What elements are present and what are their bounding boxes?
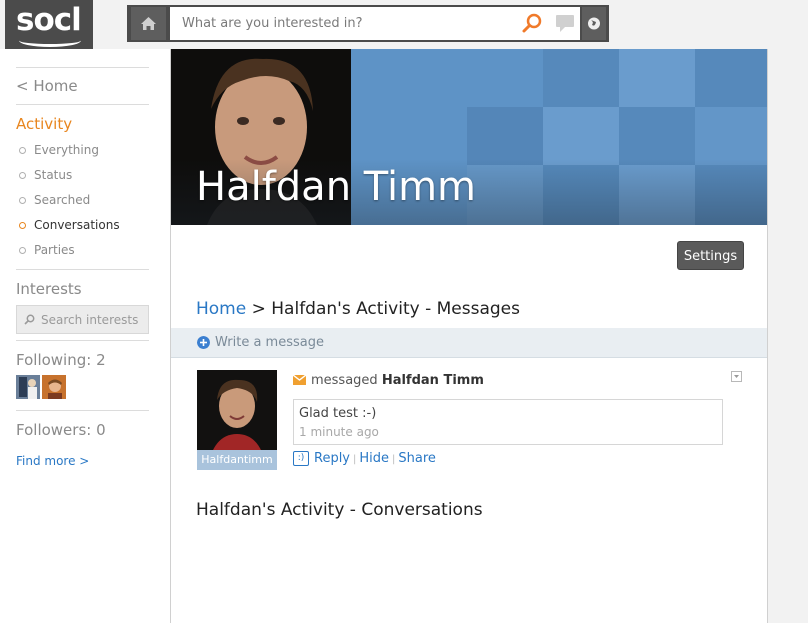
following-avatar[interactable] xyxy=(16,375,40,399)
following-count[interactable]: Following: 2 xyxy=(16,351,106,369)
sidebar-item-searched[interactable]: Searched xyxy=(34,193,90,207)
message-actions: :) Reply | Hide | Share xyxy=(293,451,436,466)
bullet-icon xyxy=(19,172,26,179)
reply-icon[interactable]: :) xyxy=(293,451,309,466)
write-message-label: Write a message xyxy=(215,335,324,350)
search-icon[interactable] xyxy=(521,12,543,34)
find-more-link[interactable]: Find more > xyxy=(16,454,89,468)
message-header: messaged Halfdan Timm xyxy=(311,373,484,388)
divider xyxy=(16,340,149,341)
message-verb: messaged xyxy=(311,373,378,388)
message-timestamp: 1 minute ago xyxy=(299,425,379,439)
action-separator: | xyxy=(353,454,357,465)
home-link[interactable]: < Home xyxy=(16,77,78,95)
logo-swoosh xyxy=(19,34,81,47)
chevron-down-icon xyxy=(734,375,739,378)
sidebar xyxy=(0,49,170,623)
message-text: Glad test :-) xyxy=(299,406,377,421)
following-avatar[interactable] xyxy=(42,375,66,399)
bullet-icon xyxy=(19,147,26,154)
message-recipient[interactable]: Halfdan Timm xyxy=(382,373,484,388)
breadcrumb-home-link[interactable]: Home xyxy=(196,299,246,319)
sidebar-item-conversations[interactable]: Conversations xyxy=(34,218,120,232)
sidebar-item-everything[interactable]: Everything xyxy=(34,143,99,157)
divider xyxy=(16,410,149,411)
hide-link[interactable]: Hide xyxy=(359,451,389,466)
settings-button[interactable]: Settings xyxy=(677,241,744,270)
logo-text: socl xyxy=(16,2,82,38)
bullet-icon xyxy=(19,247,26,254)
interests-search-placeholder: Search interests xyxy=(41,313,139,327)
interests-search-field[interactable]: Search interests xyxy=(16,305,149,334)
profile-name: Halfdan Timm xyxy=(196,164,476,210)
conversations-title: Halfdan's Activity - Conversations xyxy=(196,500,483,520)
top-bar: socl xyxy=(0,0,808,49)
globe-icon xyxy=(588,17,600,30)
write-message-bar[interactable]: Write a message xyxy=(171,328,767,358)
divider xyxy=(16,104,149,105)
share-link[interactable]: Share xyxy=(398,451,436,466)
activity-title[interactable]: Activity xyxy=(16,115,72,133)
followers-count[interactable]: Followers: 0 xyxy=(16,421,106,439)
globe-button[interactable] xyxy=(582,7,606,40)
search-input[interactable] xyxy=(170,7,580,40)
divider xyxy=(16,269,149,270)
profile-banner: Halfdan Timm xyxy=(171,49,767,225)
envelope-icon xyxy=(293,375,306,385)
bullet-icon xyxy=(19,197,26,204)
logo[interactable]: socl xyxy=(5,0,93,49)
search-icon xyxy=(24,314,35,325)
message-avatar-username[interactable]: Halfdantimm xyxy=(197,450,277,470)
message-options-dropdown[interactable] xyxy=(731,371,742,382)
breadcrumb-separator: > xyxy=(246,299,272,319)
reply-link[interactable]: Reply xyxy=(314,451,350,466)
divider xyxy=(16,67,149,68)
home-button[interactable] xyxy=(131,7,166,40)
interests-title: Interests xyxy=(16,280,82,298)
action-separator: | xyxy=(392,454,396,465)
breadcrumb-current: Halfdan's Activity - Messages xyxy=(271,299,520,319)
plus-circle-icon xyxy=(197,336,210,349)
chat-icon[interactable] xyxy=(554,13,576,33)
sidebar-item-status[interactable]: Status xyxy=(34,168,72,182)
bullet-icon xyxy=(19,222,26,229)
home-icon xyxy=(141,17,156,30)
message-bubble: Glad test :-) 1 minute ago xyxy=(293,399,723,445)
breadcrumb: Home > Halfdan's Activity - Messages xyxy=(196,299,520,319)
sidebar-item-parties[interactable]: Parties xyxy=(34,243,75,257)
